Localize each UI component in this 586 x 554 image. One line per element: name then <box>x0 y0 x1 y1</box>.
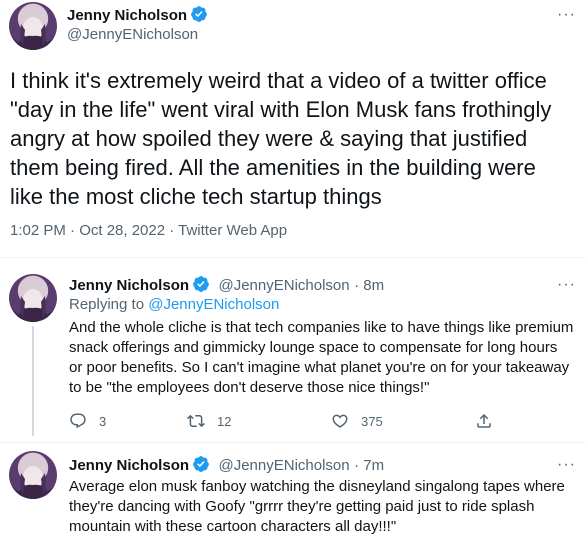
like-count: 375 <box>361 413 383 429</box>
reply-actions: 3 12 375 <box>69 412 509 432</box>
reply-header: Jenny Nicholson @JennyENicholson · 7m <box>69 455 384 475</box>
reply-author-name[interactable]: Jenny Nicholson <box>69 457 189 474</box>
more-icon[interactable]: ··· <box>557 276 576 294</box>
more-icon[interactable]: ··· <box>557 6 576 24</box>
reply-count: 3 <box>99 413 107 429</box>
divider <box>0 257 586 258</box>
replying-to-label: Replying to <box>69 296 149 313</box>
like-icon <box>332 414 348 428</box>
divider <box>0 442 586 443</box>
share-action[interactable] <box>475 412 493 430</box>
retweet-action[interactable]: 12 <box>187 412 231 430</box>
main-author-line: Jenny Nicholson <box>67 5 208 25</box>
reply-header: Jenny Nicholson @JennyENicholson · 8m <box>69 275 384 295</box>
replying-to-handle-link[interactable]: @JennyENicholson <box>148 296 279 313</box>
verified-badge-icon <box>193 276 209 292</box>
reply-text: Average elon musk fanboy watching the di… <box>69 478 565 535</box>
like-action[interactable]: 375 <box>331 412 383 430</box>
reply-author-name[interactable]: Jenny Nicholson <box>69 277 189 294</box>
reply-time[interactable]: · 7m <box>354 457 384 474</box>
main-author-avatar[interactable] <box>9 2 57 50</box>
replying-to: Replying to @JennyENicholson <box>69 296 279 313</box>
reply-text: And the whole cliche is that tech compan… <box>69 319 574 396</box>
reply-time[interactable]: · 8m <box>354 277 384 294</box>
reply-author-avatar[interactable] <box>9 274 57 322</box>
reply-author-handle[interactable]: @JennyENicholson <box>218 277 349 294</box>
retweet-count: 12 <box>217 413 232 429</box>
verified-badge-icon <box>193 456 209 472</box>
main-author-handle[interactable]: @JennyENicholson <box>67 26 198 43</box>
reply-author-avatar[interactable] <box>9 451 57 499</box>
more-icon[interactable]: ··· <box>557 456 576 474</box>
share-icon <box>477 413 491 428</box>
verified-badge-icon <box>191 6 207 22</box>
reply-icon <box>70 413 86 429</box>
reply-author-handle[interactable]: @JennyENicholson <box>218 457 349 474</box>
main-tweet-text: I think it's extremely weird that a vide… <box>10 68 552 209</box>
reply-action[interactable]: 3 <box>69 412 106 430</box>
main-author-name[interactable]: Jenny Nicholson <box>67 7 187 24</box>
retweet-icon <box>187 414 205 428</box>
thread-connector-line <box>32 326 34 436</box>
main-tweet-timestamp[interactable]: 1:02 PM · Oct 28, 2022 · Twitter Web App <box>10 222 287 239</box>
